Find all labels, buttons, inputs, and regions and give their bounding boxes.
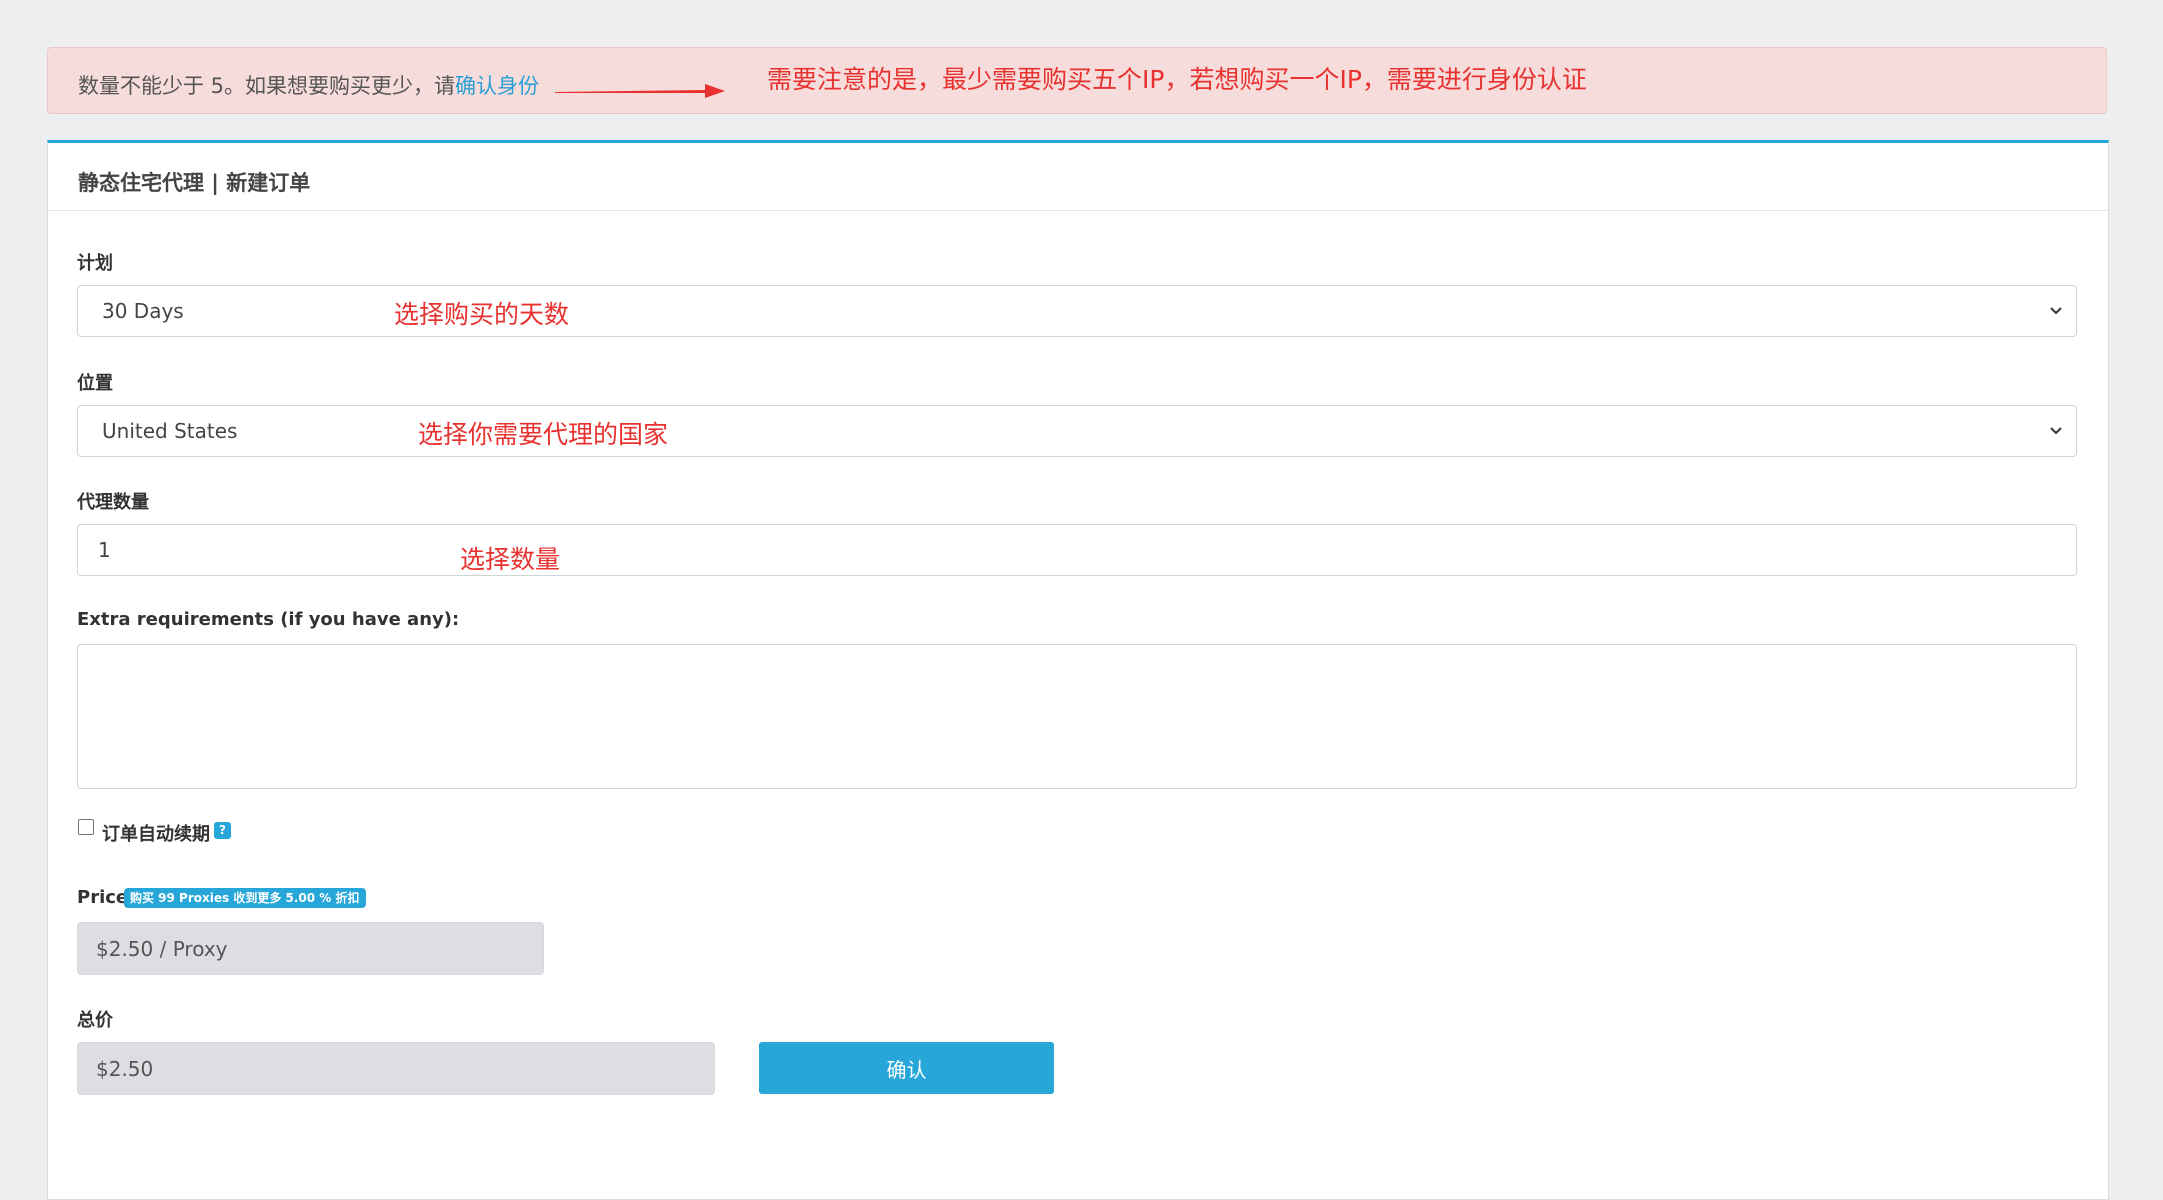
plan-select[interactable]: 30 Days: [77, 285, 2077, 337]
extra-requirements-textarea[interactable]: [77, 644, 2077, 789]
price-field: $2.50 / Proxy: [77, 922, 544, 975]
price-value: $2.50 / Proxy: [96, 936, 228, 961]
verify-identity-link[interactable]: 确认身份: [455, 74, 539, 98]
alert-annotation: 需要注意的是，最少需要购买五个IP，若想购买一个IP，需要进行身份认证: [767, 65, 1587, 94]
chevron-down-icon: [2050, 427, 2062, 435]
quantity-input[interactable]: 1: [77, 524, 2077, 576]
auto-renew-checkbox[interactable]: [78, 819, 94, 835]
scrollbar[interactable]: [2141, 0, 2163, 1178]
alert-message: 数量不能少于 5。如果想要购买更少，请确认身份: [78, 70, 539, 100]
location-select-value: United States: [102, 419, 238, 443]
confirm-button[interactable]: 确认: [759, 1042, 1054, 1094]
total-field: $2.50: [77, 1042, 715, 1095]
chevron-down-icon: [2050, 307, 2062, 315]
panel-title: 静态住宅代理 | 新建订单: [48, 143, 2108, 211]
plan-select-value: 30 Days: [102, 299, 184, 323]
quantity-label: 代理数量: [77, 492, 149, 513]
discount-badge: 购买 99 Proxies 收到更多 5.00 % 折扣: [124, 888, 366, 908]
price-label: Price: [77, 887, 129, 908]
location-label: 位置: [77, 373, 113, 394]
quantity-input-value: 1: [98, 538, 111, 562]
help-icon[interactable]: ?: [214, 822, 231, 839]
total-label: 总价: [77, 1010, 113, 1031]
extra-requirements-label: Extra requirements (if you have any):: [77, 609, 460, 630]
auto-renew-label[interactable]: 订单自动续期: [102, 820, 210, 846]
alert-text: 数量不能少于 5。如果想要购买更少，请: [78, 74, 456, 98]
location-select[interactable]: United States: [77, 405, 2077, 457]
plan-label: 计划: [77, 253, 113, 274]
quantity-annotation: 选择数量: [460, 545, 561, 574]
location-annotation: 选择你需要代理的国家: [418, 420, 669, 449]
plan-annotation: 选择购买的天数: [394, 300, 570, 329]
annotation-arrow-icon: [555, 84, 725, 98]
total-value: $2.50: [96, 1056, 154, 1081]
